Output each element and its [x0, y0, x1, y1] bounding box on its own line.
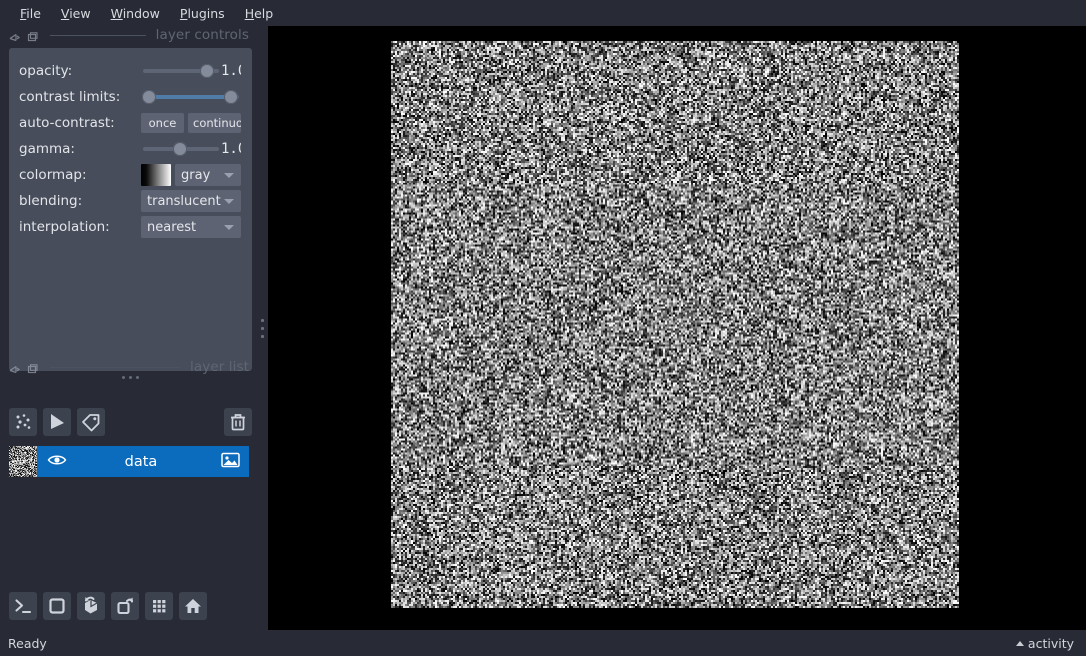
menu-plugins[interactable]: Plugins — [170, 3, 235, 24]
activity-button[interactable]: activity — [1015, 635, 1074, 651]
colormap-field: gray — [141, 162, 241, 188]
dock-float-icon[interactable] — [8, 29, 21, 42]
gamma-slider-handle[interactable] — [173, 142, 187, 156]
interpolation-label: interpolation: — [19, 219, 110, 235]
transpose-dims-button[interactable] — [111, 592, 139, 620]
new-labels-layer-button[interactable] — [77, 408, 105, 436]
colormap-value: gray — [181, 167, 211, 183]
viewer-canvas[interactable] — [268, 26, 1086, 630]
menu-view-rest: iew — [69, 5, 91, 21]
colormap-row: gray — [141, 164, 241, 186]
layer-thumbnail — [9, 446, 37, 477]
opacity-label: opacity: — [19, 63, 73, 79]
dock-close-icon[interactable] — [26, 29, 39, 42]
status-message: Ready — [8, 635, 47, 651]
layer-row-body[interactable]: data — [37, 446, 249, 477]
blending-combobox[interactable]: translucent — [141, 190, 241, 212]
layer-name-label: data — [124, 453, 158, 470]
auto-contrast-continuous-button[interactable]: continuous — [188, 113, 241, 133]
contrast-limits-handle-high[interactable] — [224, 90, 238, 104]
splitter-dot — [261, 318, 264, 322]
layer-list-buttons — [9, 408, 252, 436]
new-points-layer-button[interactable] — [9, 408, 37, 436]
image-layer-type-icon — [221, 452, 240, 472]
menu-window-rest: indow — [122, 5, 160, 21]
triangle-up-icon — [1015, 640, 1024, 646]
opacity-slider[interactable]: 1.0 — [141, 58, 241, 84]
chevron-down-icon — [224, 225, 234, 230]
auto-contrast-field: once continuous — [141, 110, 241, 136]
layer-controls-dock-header: layer controls — [0, 26, 257, 44]
menu-view[interactable]: View — [51, 3, 101, 24]
colormap-gradient-swatch — [141, 164, 171, 186]
splitter-dot — [261, 326, 264, 330]
menu-bar: File View Window Plugins Help — [0, 0, 1086, 26]
contrast-limits-fill — [150, 95, 232, 99]
new-shapes-layer-button[interactable] — [43, 408, 71, 436]
contrast-limits-label: contrast limits: — [19, 89, 121, 105]
contrast-limits-handle-low[interactable] — [142, 90, 156, 104]
menu-window-accel: W — [110, 5, 123, 21]
gamma-value: 1.0 — [221, 141, 241, 157]
blending-field: translucent — [141, 188, 241, 214]
dock-header-rule — [50, 366, 180, 368]
left-dock-column: layer controls opacity: 1.0 contrast lim… — [0, 26, 257, 630]
grid-view-button[interactable] — [145, 592, 173, 620]
gamma-slider[interactable]: 1.0 — [141, 136, 241, 162]
menu-file[interactable]: File — [10, 3, 51, 24]
opacity-value: 1.0 — [221, 63, 241, 79]
auto-contrast-buttons: once continuous — [141, 113, 241, 133]
dock-header-rule — [50, 34, 146, 36]
auto-contrast-once-button[interactable]: once — [141, 113, 184, 133]
gamma-label: gamma: — [19, 141, 75, 157]
opacity-slider-handle[interactable] — [200, 64, 214, 78]
chevron-down-icon — [224, 199, 234, 204]
roll-dims-button[interactable] — [77, 592, 105, 620]
blending-value: translucent — [147, 193, 221, 209]
layer-list-title: layer list — [190, 359, 249, 375]
interpolation-combobox[interactable]: nearest — [141, 216, 241, 238]
interpolation-field: nearest — [141, 214, 241, 240]
viewer-buttons-bar — [9, 592, 252, 620]
layer-controls-title: layer controls — [155, 27, 249, 43]
menu-plugins-rest: lugins — [187, 5, 225, 21]
layer-list-dock-header: layer list — [0, 358, 257, 376]
dock-float-icon[interactable] — [8, 361, 21, 374]
ndisplay-button[interactable] — [43, 592, 71, 620]
menu-help-rest: elp — [254, 5, 274, 21]
activity-label: activity — [1027, 635, 1074, 651]
status-bar: Ready activity — [0, 630, 1086, 656]
menu-view-accel: V — [60, 5, 70, 21]
image-layer-noise-canvas — [391, 41, 959, 608]
splitter-dot — [261, 334, 264, 338]
main-vertical-splitter[interactable] — [257, 26, 268, 630]
colormap-combobox[interactable]: gray — [175, 164, 241, 186]
contrast-limits-field — [141, 84, 241, 110]
auto-contrast-label: auto-contrast: — [19, 115, 115, 131]
console-button[interactable] — [9, 592, 37, 620]
colormap-label: colormap: — [19, 167, 87, 183]
dock-close-icon[interactable] — [26, 361, 39, 374]
blending-label: blending: — [19, 193, 83, 209]
chevron-down-icon — [224, 173, 234, 178]
napari-main-window: File View Window Plugins Help layer cont… — [0, 0, 1086, 656]
layer-controls-grid: opacity: 1.0 contrast limits: — [19, 58, 242, 240]
home-button[interactable] — [179, 592, 207, 620]
gamma-field: 1.0 — [141, 136, 241, 162]
delete-layer-button[interactable] — [224, 408, 252, 436]
layer-list-item-data[interactable]: data — [9, 446, 249, 477]
contrast-limits-slider[interactable] — [141, 84, 241, 110]
interpolation-value: nearest — [147, 219, 197, 235]
opacity-field: 1.0 — [141, 58, 241, 84]
menu-window[interactable]: Window — [101, 3, 170, 24]
menu-help[interactable]: Help — [235, 3, 284, 24]
menu-file-rest: ile — [26, 5, 41, 21]
menu-help-accel: H — [244, 5, 255, 21]
layer-controls-panel: opacity: 1.0 contrast limits: — [9, 48, 252, 371]
